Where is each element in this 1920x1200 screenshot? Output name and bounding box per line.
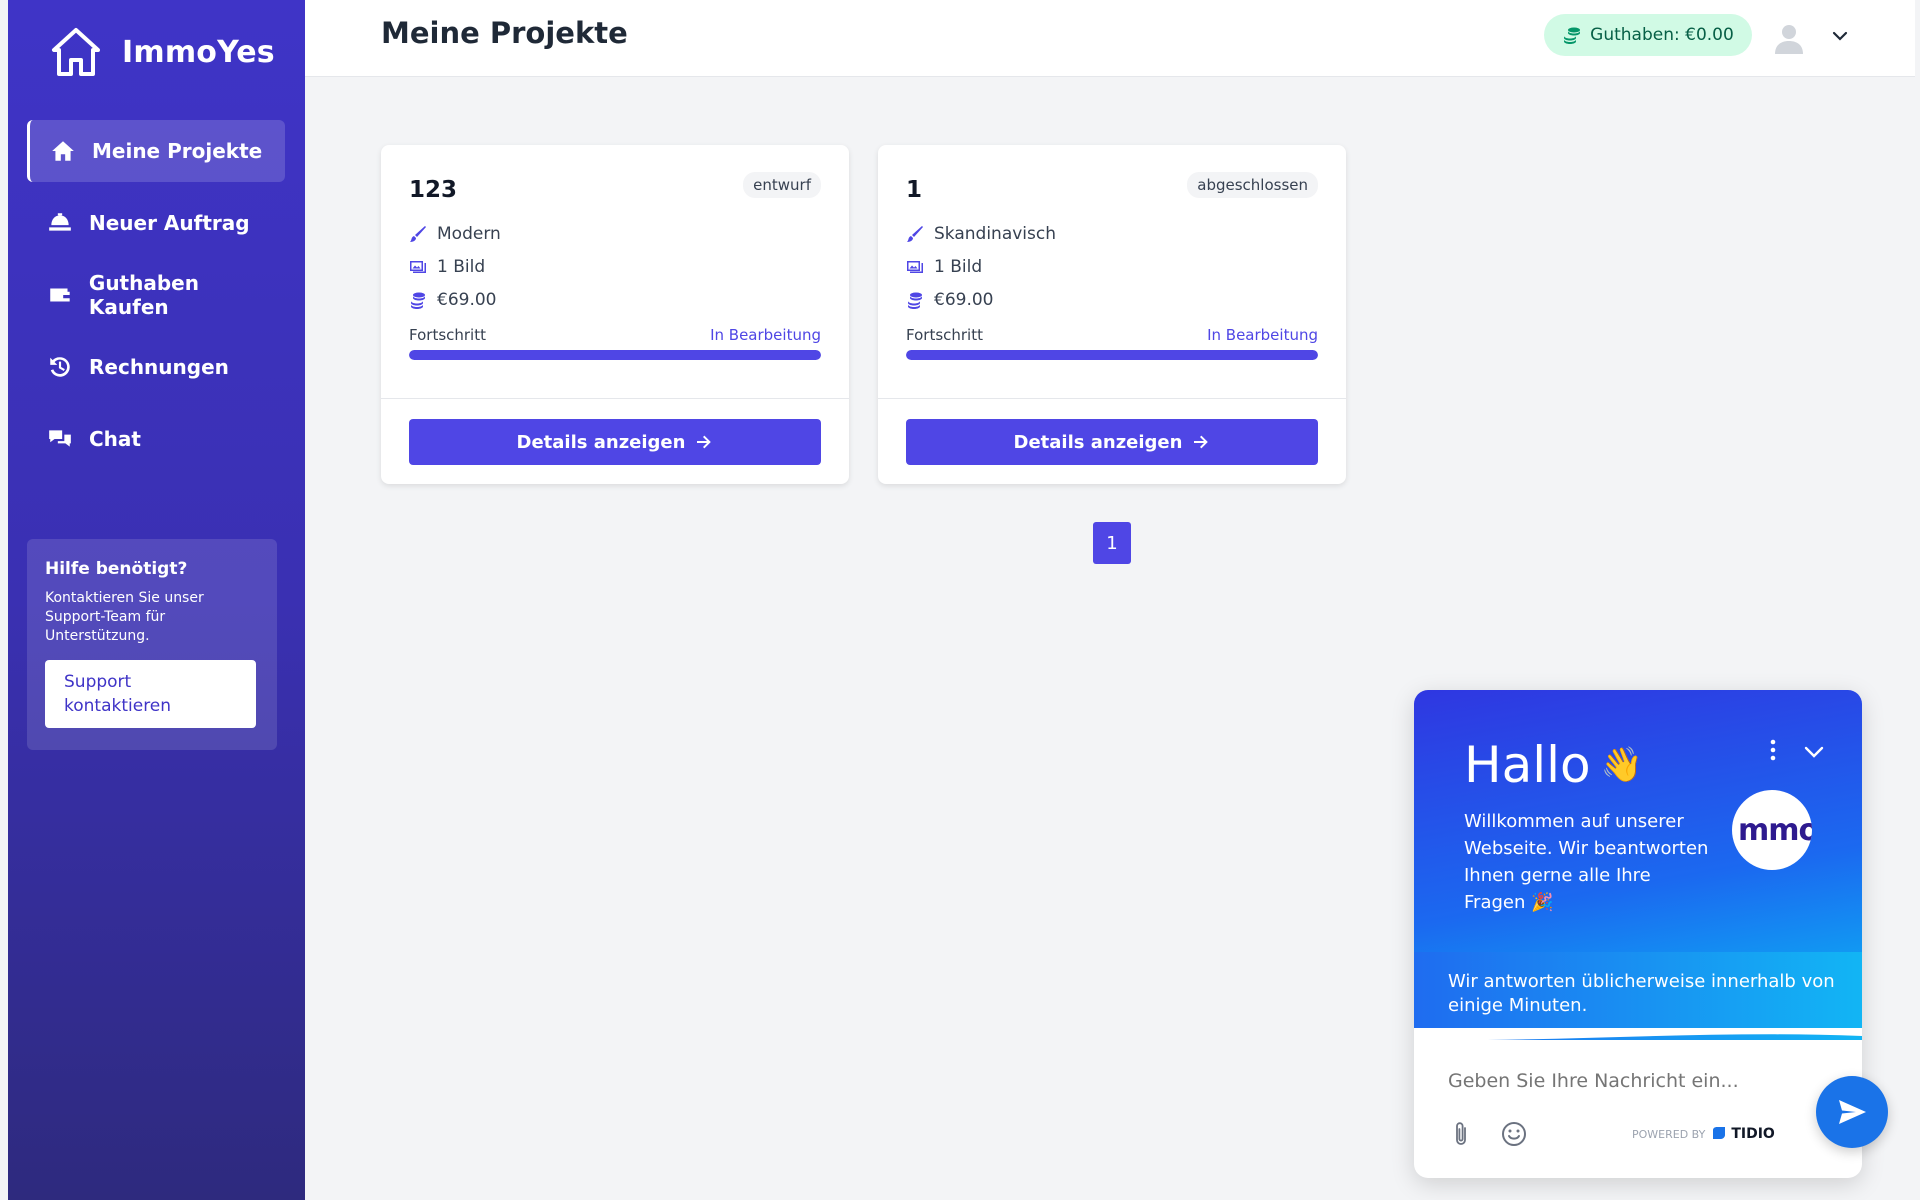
brush-icon <box>410 225 426 242</box>
arrow-right-icon <box>697 435 712 449</box>
project-card-body: 123 entwurf Modern 1 Bild €69.00 Fortsch… <box>381 145 849 399</box>
status-badge: abgeschlossen <box>1187 172 1318 198</box>
tidio-logo: TIDIO <box>1711 1126 1775 1142</box>
project-meta: Skandinavisch 1 Bild €69.00 <box>906 217 1318 316</box>
progress-label: Fortschritt <box>409 326 486 344</box>
wave-emoji: 👋 <box>1600 745 1643 785</box>
progress-fill <box>409 350 821 360</box>
progress-bar <box>409 350 821 360</box>
chat-message-input[interactable] <box>1448 1070 1778 1092</box>
progress-header: Fortschritt In Bearbeitung <box>906 326 1318 344</box>
powered-by: POWERED BY TIDIO <box>1632 1126 1775 1142</box>
wave-divider <box>1414 1028 1862 1041</box>
sidebar-item-label: Chat <box>89 427 141 451</box>
top-header: Meine Projekte Guthaben: €0.00 <box>305 0 1915 77</box>
project-price: €69.00 <box>409 283 821 316</box>
arrow-right-icon <box>1194 435 1209 449</box>
progress-status: In Bearbeitung <box>1207 326 1318 344</box>
project-meta: Modern 1 Bild €69.00 <box>409 217 821 316</box>
progress-status: In Bearbeitung <box>710 326 821 344</box>
user-avatar-icon[interactable] <box>1771 20 1807 56</box>
progress-bar <box>906 350 1318 360</box>
project-images: 1 Bild <box>906 250 1318 283</box>
bell-icon <box>49 213 71 231</box>
coins-icon <box>1564 27 1581 44</box>
support-button[interactable]: Support kontaktieren <box>45 660 256 728</box>
details-button[interactable]: Details anzeigen <box>409 419 821 465</box>
chevron-down-icon[interactable] <box>1802 742 1826 762</box>
smiley-icon[interactable] <box>1500 1120 1528 1148</box>
help-text: Kontaktieren Sie unser Support-Team für … <box>45 590 204 644</box>
send-message-button[interactable] <box>1816 1076 1888 1148</box>
paperclip-icon[interactable] <box>1450 1120 1472 1148</box>
progress-header: Fortschritt In Bearbeitung <box>409 326 821 344</box>
history-icon <box>50 357 70 377</box>
project-card-body: 1 abgeschlossen Skandinavisch 1 Bild €69… <box>878 145 1346 399</box>
project-price: €69.00 <box>906 283 1318 316</box>
details-button[interactable]: Details anzeigen <box>906 419 1318 465</box>
sidebar-item-label: Meine Projekte <box>92 139 263 163</box>
project-style: Modern <box>409 217 821 250</box>
sidebar-item-label: Rechnungen <box>89 355 229 379</box>
project-card: 123 entwurf Modern 1 Bild €69.00 Fortsch… <box>381 145 849 484</box>
project-images: 1 Bild <box>409 250 821 283</box>
coins-icon <box>908 292 922 309</box>
status-badge: entwurf <box>743 172 821 198</box>
chat-widget: Hallo 👋 Willkommen auf unserer Webseite.… <box>1414 690 1862 1178</box>
chat-welcome-text: Willkommen auf unserer Webseite. Wir bea… <box>1464 811 1709 913</box>
tidio-icon <box>1713 1127 1726 1139</box>
sidebar-item-label: Neuer Auftrag <box>89 211 250 235</box>
chat-icon <box>49 430 71 447</box>
chat-greeting: Hallo 👋 <box>1464 736 1643 794</box>
bot-avatar: mmo <box>1732 790 1812 870</box>
sidebar-item-label: Guthaben Kaufen <box>88 271 199 319</box>
brand[interactable]: ImmoYes <box>48 24 275 80</box>
chevron-down-icon[interactable] <box>1830 26 1850 46</box>
house-logo-icon <box>52 28 100 76</box>
project-card: 1 abgeschlossen Skandinavisch 1 Bild €69… <box>878 145 1346 484</box>
sidebar-item-chat[interactable]: Chat <box>27 408 285 470</box>
balance-badge[interactable]: Guthaben: €0.00 <box>1544 14 1752 56</box>
sidebar-item-meine-projekte[interactable]: Meine Projekte <box>27 120 285 182</box>
sidebar: ImmoYes Meine Projekte Neuer Auftrag Gut… <box>8 0 305 1200</box>
coins-icon <box>411 292 425 309</box>
page-title: Meine Projekte <box>381 16 628 50</box>
sidebar-nav: Meine Projekte Neuer Auftrag Guthaben Ka… <box>27 120 285 480</box>
response-time-text: Wir antworten üblicherweise innerhalb vo… <box>1448 971 1835 1016</box>
send-icon <box>1839 1100 1866 1124</box>
sidebar-item-neuer-auftrag[interactable]: Neuer Auftrag <box>27 192 285 254</box>
sidebar-item-guthaben-kaufen[interactable]: Guthaben Kaufen <box>27 264 285 326</box>
project-style: Skandinavisch <box>906 217 1318 250</box>
pagination-page-button[interactable]: 1 <box>1093 522 1131 564</box>
bot-logo-text: mmo <box>1737 812 1812 848</box>
help-title: Hilfe benötigt? <box>45 559 188 579</box>
help-box: Hilfe benötigt? Kontaktieren Sie unser S… <box>27 539 277 750</box>
home-icon <box>52 141 74 161</box>
progress-fill <box>906 350 1318 360</box>
progress-label: Fortschritt <box>906 326 983 344</box>
wallet-icon <box>50 288 70 302</box>
sidebar-item-rechnungen[interactable]: Rechnungen <box>27 336 285 398</box>
images-icon <box>410 260 426 273</box>
brand-name: ImmoYes <box>122 34 275 70</box>
brush-icon <box>907 225 923 242</box>
images-icon <box>907 260 923 273</box>
more-vertical-icon[interactable] <box>1766 738 1780 764</box>
balance-text: Guthaben: €0.00 <box>1590 25 1734 45</box>
